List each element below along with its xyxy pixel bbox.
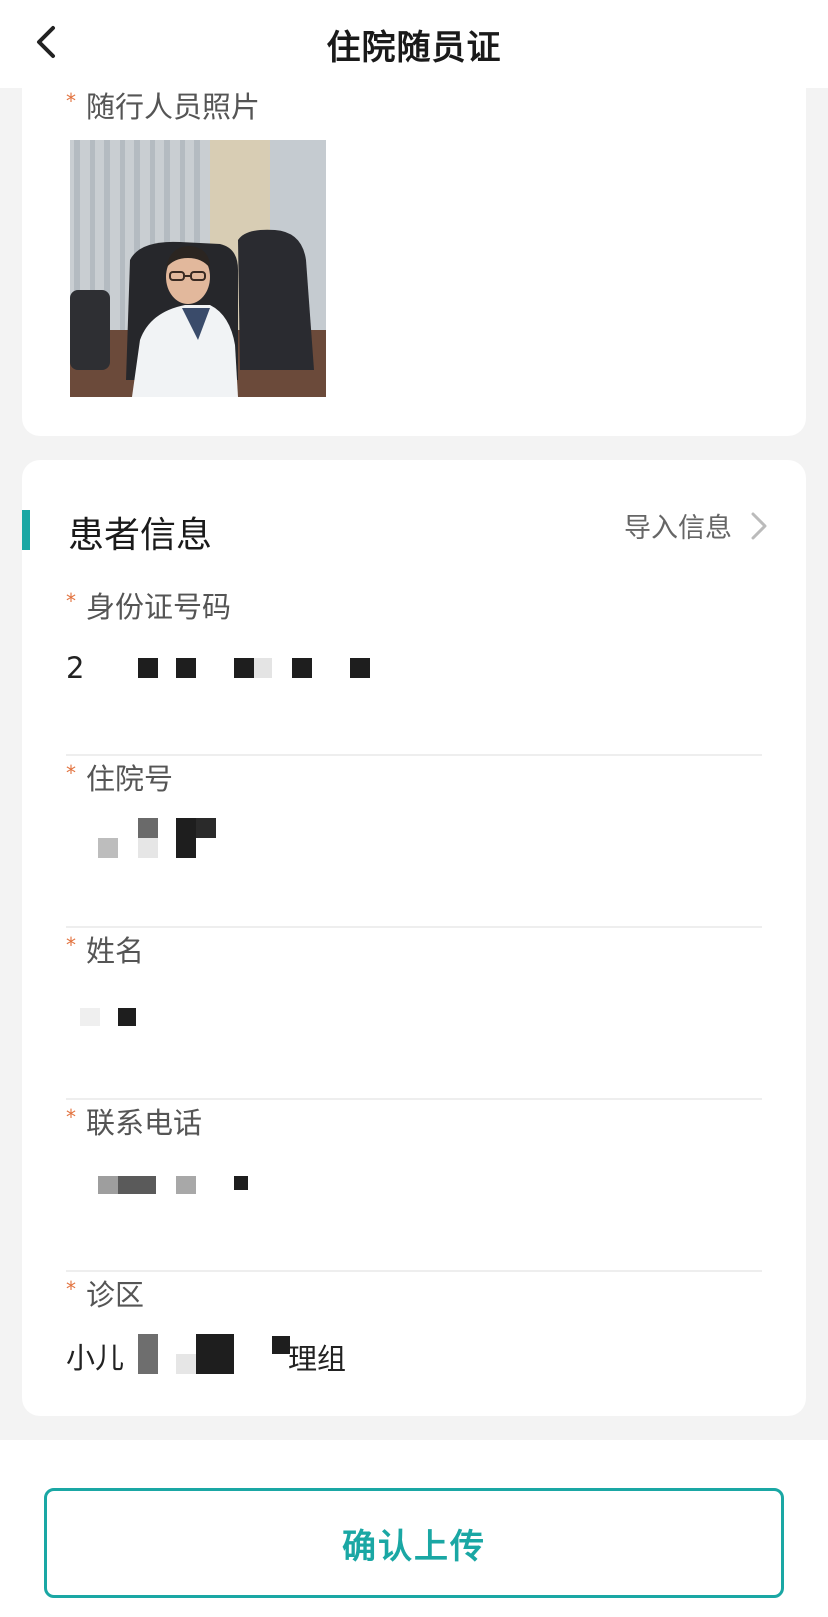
- back-button[interactable]: [24, 20, 68, 64]
- redaction-mosaic: [176, 658, 196, 678]
- redaction-mosaic: [98, 838, 118, 858]
- required-mark: *: [66, 589, 76, 613]
- confirm-upload-button[interactable]: 确认上传: [44, 1488, 784, 1598]
- redaction-mosaic: [118, 1176, 156, 1194]
- page-title: 住院随员证: [326, 27, 502, 68]
- id-number-label: * 身份证号码: [66, 584, 231, 626]
- redaction-mosaic: [118, 1008, 136, 1026]
- id-number-field: * 身份证号码 2: [22, 584, 806, 756]
- chevron-right-icon: [751, 512, 767, 539]
- required-mark: *: [66, 933, 76, 957]
- name-label: * 姓名: [66, 928, 144, 970]
- redaction-mosaic: [98, 1176, 118, 1194]
- id-number-value: 2: [66, 651, 85, 685]
- redaction-mosaic: [196, 1334, 234, 1374]
- id-number-input[interactable]: 2: [66, 646, 746, 690]
- phone-label-text: 联系电话: [86, 1106, 203, 1140]
- redaction-mosaic: [234, 658, 254, 678]
- redaction-mosaic: [138, 1334, 158, 1374]
- redaction-mosaic: [254, 658, 272, 678]
- clinic-area-value-suffix: 理组: [288, 1342, 347, 1376]
- admission-number-label: * 住院号: [66, 756, 173, 798]
- redaction-mosaic: [292, 658, 312, 678]
- redaction-mosaic: [176, 1354, 196, 1374]
- companion-photo-card: * 随行人员照片: [22, 70, 806, 436]
- import-info-label: 导入信息: [624, 513, 732, 544]
- admission-number-input[interactable]: [66, 818, 746, 862]
- redaction-mosaic: [196, 818, 216, 838]
- required-mark: *: [66, 1105, 76, 1129]
- name-label-text: 姓名: [86, 934, 145, 968]
- redaction-mosaic: [138, 818, 158, 838]
- phone-input[interactable]: [66, 1162, 746, 1206]
- companion-photo-label: * 随行人员照片: [66, 84, 260, 126]
- redaction-mosaic: [234, 1176, 248, 1190]
- clinic-area-input[interactable]: 小儿 理组: [66, 1334, 746, 1378]
- patient-info-title: 患者信息: [68, 515, 213, 556]
- required-mark: *: [66, 1277, 76, 1301]
- admission-number-field: * 住院号: [22, 756, 806, 928]
- phone-label: * 联系电话: [66, 1100, 202, 1142]
- patient-info-card: 患者信息 导入信息 * 身份证号码 2 * 住院号 * 姓名 * 联系电话 * …: [22, 460, 806, 1416]
- required-mark: *: [66, 761, 76, 785]
- redaction-mosaic: [176, 1176, 196, 1194]
- admission-number-label-text: 住院号: [86, 762, 174, 796]
- companion-photo-image: [70, 140, 326, 397]
- clinic-area-field: * 诊区 小儿 理组: [22, 1272, 806, 1444]
- redaction-mosaic: [80, 1008, 100, 1026]
- id-number-label-text: 身份证号码: [86, 590, 232, 624]
- footer-bar: 确认上传: [0, 1440, 828, 1617]
- redaction-mosaic: [138, 658, 158, 678]
- redaction-mosaic: [138, 838, 158, 858]
- phone-field: * 联系电话: [22, 1100, 806, 1272]
- import-info-link[interactable]: 导入信息: [624, 506, 768, 545]
- section-accent-bar: [22, 510, 30, 550]
- name-input[interactable]: [66, 990, 746, 1034]
- companion-photo-label-text: 随行人员照片: [86, 90, 261, 124]
- redaction-mosaic: [350, 658, 370, 678]
- clinic-area-value: 小儿: [66, 1341, 125, 1375]
- chevron-left-icon: [37, 26, 55, 58]
- redaction-mosaic: [176, 818, 196, 858]
- name-field: * 姓名: [22, 928, 806, 1100]
- clinic-area-label: * 诊区: [66, 1272, 144, 1314]
- clinic-area-label-text: 诊区: [86, 1278, 145, 1312]
- companion-photo[interactable]: [70, 140, 326, 397]
- required-mark: *: [66, 89, 76, 113]
